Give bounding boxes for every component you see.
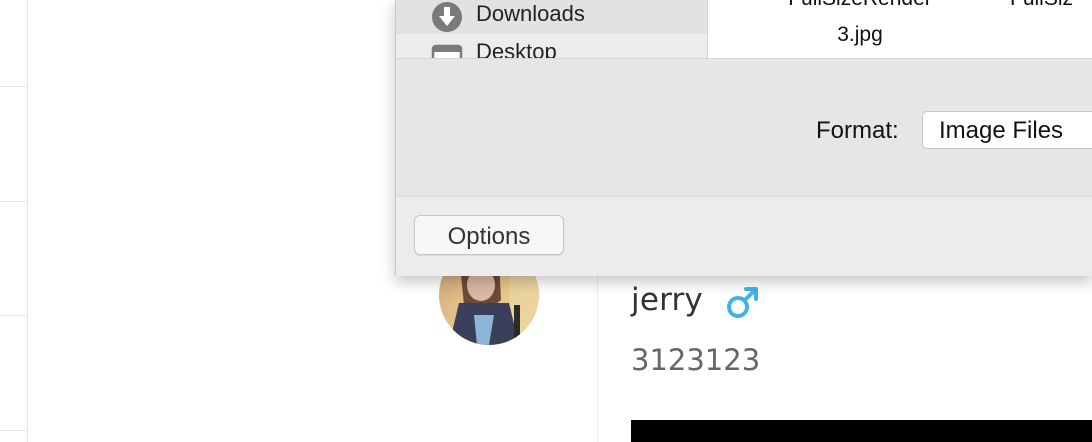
rail-divider	[0, 201, 27, 202]
profile-id: 3123123	[631, 343, 761, 377]
options-button-label: Options	[447, 223, 531, 250]
finder-sidebar: Downloads Desktop	[396, 0, 708, 58]
desktop-folder-icon	[430, 38, 464, 58]
format-label: Format:	[816, 117, 899, 144]
rail-divider	[0, 86, 27, 87]
file-browser: FullSizeRender 3.jpg FullSiz	[708, 0, 1092, 58]
open-file-sheet: Downloads Desktop FullSizeRender 3.jpg F…	[395, 0, 1092, 276]
options-area: Format: Image Files	[396, 58, 1092, 197]
rail-divider	[0, 315, 27, 316]
file-name-line: 3.jpg	[837, 23, 883, 46]
options-button[interactable]: Options	[414, 215, 564, 255]
content-block	[631, 420, 1092, 442]
sidebar-item-label: Downloads	[476, 1, 585, 26]
file-item[interactable]: FullSizeRender 3.jpg	[730, 0, 990, 48]
sheet-footer: Options	[396, 196, 1092, 276]
sidebar-item-downloads[interactable]: Downloads	[396, 0, 707, 34]
file-name-line: FullSiz	[1010, 0, 1092, 12]
downloads-icon	[430, 0, 464, 34]
rail-divider	[0, 430, 27, 431]
profile-name: jerry	[631, 282, 703, 318]
format-selected-value: Image Files	[939, 117, 1064, 144]
sidebar-item-label: Desktop	[476, 39, 557, 58]
format-select[interactable]: Image Files	[922, 111, 1092, 149]
file-item[interactable]: FullSiz	[1010, 0, 1092, 12]
content-divider	[597, 275, 598, 442]
male-symbol-icon	[724, 285, 760, 321]
left-rail	[0, 0, 28, 442]
file-name-line: FullSizeRender	[730, 0, 990, 12]
sidebar-item-desktop[interactable]: Desktop	[396, 36, 707, 58]
